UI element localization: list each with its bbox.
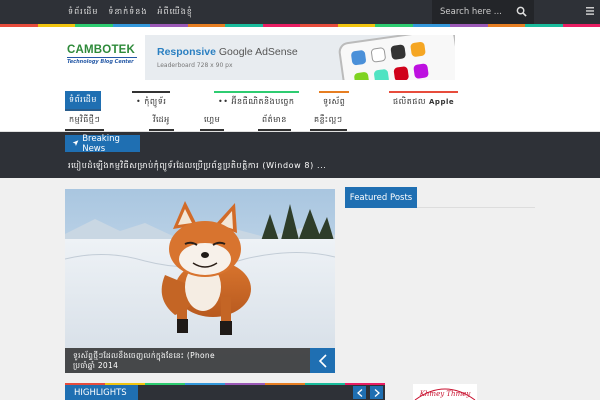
highlights-label: HIGHLIGHTS — [65, 385, 138, 400]
nav-item-computer[interactable]: • កុំព្យូទ័រ — [132, 91, 171, 111]
hero-image-fox — [65, 189, 335, 373]
site-logo[interactable]: CAMBOTEK Technology Blog Center — [67, 44, 137, 72]
chevron-right-icon — [374, 388, 380, 397]
badge-text: Khmey Thmey — [419, 390, 472, 398]
hero-caption-line1: ទូរស័ព្ទថ្មីៗដែលនឹងចេញលក់ក្នុងខែនេះ (Pho… — [73, 351, 215, 360]
nav-item-news[interactable]: ព័ត៌មាន — [258, 111, 291, 131]
nav-item-video[interactable]: វីដេអូ — [149, 111, 174, 131]
ad-subtitle: Leaderboard 728 x 90 px — [157, 62, 233, 69]
breaking-news-label: Breaking News — [65, 133, 140, 154]
nav-item-apple[interactable]: ផលិតផល Apple — [389, 91, 459, 111]
nav-item-apple-suffix: Apple — [429, 98, 455, 106]
featured-posts-heading: Featured Posts — [345, 187, 417, 208]
nav-item-phone[interactable]: ទូរស័ព្ទ — [319, 91, 350, 111]
nav-item-internet[interactable]: •• អ៊ីនធឺណិតនិងបច្ចេក — [214, 91, 299, 111]
search-input[interactable] — [440, 7, 514, 17]
news-ticker-item[interactable]: របៀបដំឡើងកម្មវិធីសម្រាប់កុំព្យូទ័រដែលប្រ… — [68, 160, 326, 172]
search-box — [432, 0, 534, 24]
main-nav: ទំព័រដើម • កុំព្យូទ័រ •• អ៊ីនធឺណិតនិងបច្… — [0, 90, 600, 132]
nav-item-home[interactable]: ទំព័រដើម — [65, 91, 101, 111]
hero-slider[interactable]: ទូរស័ព្ទថ្មីៗដែលនឹងចេញលក់ក្នុងខែនេះ (Pho… — [65, 189, 335, 373]
breaking-news-bar: Breaking News របៀបដំឡើងកម្មវិធីសម្រាប់កុ… — [0, 132, 600, 178]
ad-title-rest: Google AdSense — [215, 46, 298, 58]
top-link-contact[interactable]: ទំនាក់ទំនង — [108, 6, 147, 18]
top-link-home[interactable]: ទំព័រដើម — [68, 6, 98, 18]
search-icon[interactable] — [516, 6, 527, 17]
ad-title-bold: Responsive — [157, 46, 216, 58]
khmey-thmey-logo: Khmey Thmey — [414, 388, 476, 400]
nav-item-apple-label: ផលិតផល — [393, 97, 426, 106]
khmey-thmey-badge[interactable]: Khmey Thmey — [413, 384, 477, 400]
highlights-next-button[interactable] — [370, 386, 383, 399]
ad-title: Responsive Google AdSense — [157, 46, 298, 58]
highlights-bar: HIGHLIGHTS — [65, 383, 385, 400]
breaking-news-text: Breaking News — [82, 133, 120, 154]
top-bar: ទំព័រដើម ទំនាក់ទំនង អំពីយើងខ្ញុំ — [0, 0, 600, 24]
nav-item-software[interactable]: កម្មវិធីថ្មីៗ — [65, 111, 105, 131]
hero-caption[interactable]: ទូរស័ព្ទថ្មីៗដែលនឹងចេញលក់ក្នុងខែនេះ (Pho… — [65, 348, 335, 373]
hero-caption-line2: ប្រចាំឆ្នាំ 2014 — [73, 361, 119, 370]
phone-image — [337, 35, 455, 80]
top-link-about[interactable]: អំពីយើងខ្ញុំ — [157, 6, 192, 18]
top-links: ទំព័រដើម ទំនាក់ទំនង អំពីយើងខ្ញុំ — [68, 0, 193, 24]
logo-text: CAMBOTEK — [67, 44, 136, 56]
site-header: CAMBOTEK Technology Blog Center Responsi… — [0, 27, 600, 90]
nav-item-game[interactable]: ហ្គេម — [200, 111, 225, 131]
rocket-icon — [72, 140, 79, 146]
menu-icon[interactable] — [586, 7, 594, 15]
slider-prev-button[interactable] — [310, 348, 335, 373]
logo-tagline: Technology Blog Center — [67, 57, 137, 65]
nav-item-tips[interactable]: គន្លឹះល្អៗ — [310, 111, 347, 131]
chevron-left-icon — [356, 388, 362, 397]
highlights-prev-button[interactable] — [353, 386, 366, 399]
ad-banner[interactable]: Responsive Google AdSense Leaderboard 72… — [145, 35, 455, 80]
chevron-left-icon — [318, 353, 327, 368]
featured-divider — [417, 207, 535, 208]
